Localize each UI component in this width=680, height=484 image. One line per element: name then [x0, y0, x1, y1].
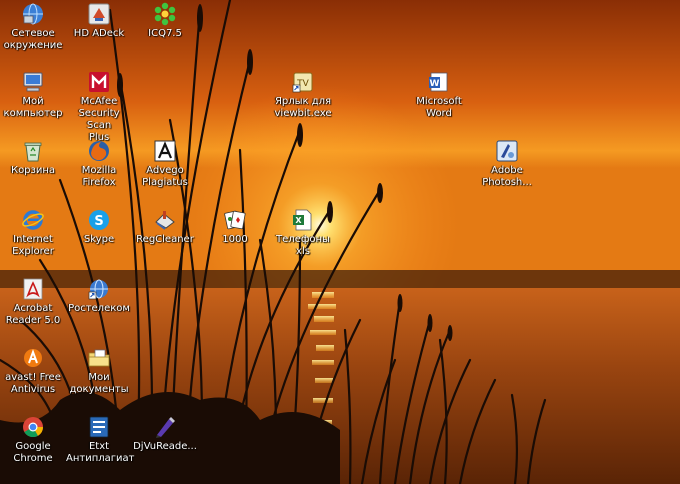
word-icon: W: [429, 72, 448, 92]
chrome-icon: [23, 417, 44, 438]
desktop-icon-chrome[interactable]: Google Chrome: [0, 415, 66, 465]
icon-label: 1000: [222, 234, 248, 245]
icon-label: Adobe Photosh...: [482, 165, 532, 188]
icon-label: Ярлык для viewbit.exe: [274, 96, 332, 119]
desktop-icon-avast[interactable]: avast! Free Antivirus: [0, 346, 66, 396]
desktop-icon-icq[interactable]: ICQ7.5: [132, 2, 198, 40]
icq-flower-icon: [154, 2, 176, 26]
recycle-bin-icon: [24, 142, 42, 162]
icon-label: Телефоны xls: [276, 234, 330, 257]
desktop-icon-viewbit[interactable]: TV Ярлык для viewbit.exe: [270, 70, 336, 120]
icon-label: Мои документы: [69, 372, 129, 395]
icon-label: Etxt Антиплагиат: [66, 441, 135, 464]
icon-label: avast! Free Antivirus: [5, 372, 61, 395]
desktop-icon-internet-explorer[interactable]: Internet Explorer: [0, 208, 66, 258]
acrobat-icon: [23, 278, 43, 300]
desktop-icon-regcleaner[interactable]: RegCleaner: [132, 208, 198, 246]
icon-label: HD ADeck: [73, 28, 125, 39]
desktop-icon-acrobat[interactable]: Acrobat Reader 5.0: [0, 277, 66, 327]
desktop-icon-phones-xls[interactable]: X Телефоны xls: [270, 208, 336, 258]
icon-label: Корзина: [10, 165, 56, 176]
icon-label: Advego Plagiatus: [142, 165, 188, 188]
desktop[interactable]: Сетевое окружение HD ADeck ICQ7.5 Мой ко…: [0, 0, 680, 484]
desktop-icon-skype[interactable]: S Skype: [66, 208, 132, 246]
icon-label: Ростелеком: [68, 303, 130, 314]
icon-label: Internet Explorer: [12, 234, 54, 257]
icon-label: DjVuReade...: [133, 441, 197, 452]
svg-text:W: W: [430, 79, 440, 89]
desktop-icon-rostelecom[interactable]: Ростелеком: [66, 277, 132, 315]
icon-label: RegCleaner: [136, 234, 194, 245]
svg-text:S: S: [94, 214, 103, 229]
hd-adeck-icon: [88, 3, 110, 25]
desktop-icon-mcafee[interactable]: McAfee Security Scan Plus: [66, 70, 132, 144]
etxt-icon: [89, 416, 109, 438]
mcafee-icon: [89, 72, 109, 92]
icon-label: Сетевое окружение: [3, 28, 63, 51]
regcleaner-icon: [155, 211, 175, 230]
desktop-icon-my-computer[interactable]: Мой компьютер: [0, 70, 66, 120]
desktop-icon-network[interactable]: Сетевое окружение: [0, 2, 66, 52]
skype-icon: S: [89, 210, 109, 230]
icon-label: Google Chrome: [13, 441, 53, 464]
desktop-icon-word[interactable]: W Microsoft Word: [406, 70, 472, 120]
icon-label: Skype: [83, 234, 115, 245]
icon-label: Мой компьютер: [3, 96, 63, 119]
svg-text:X: X: [295, 216, 302, 225]
desktop-icon-advego[interactable]: Advego Plagiatus: [132, 139, 198, 189]
icon-label: McAfee Security Scan Plus: [78, 96, 120, 143]
rostelecom-icon: [88, 279, 108, 300]
icon-label: Mozilla Firefox: [81, 165, 117, 188]
photoshop-icon: [496, 140, 518, 162]
internet-explorer-icon: [22, 210, 44, 230]
icon-label: Microsoft Word: [416, 96, 462, 119]
desktop-icon-firefox[interactable]: Mozilla Firefox: [66, 139, 132, 189]
desktop-icon-recycle-bin[interactable]: Корзина: [0, 139, 66, 177]
desktop-icon-1000[interactable]: 1000: [202, 208, 268, 246]
my-computer-icon: [23, 72, 43, 92]
desktop-icon-djvu-reader[interactable]: DjVuReade...: [132, 415, 198, 453]
desktop-icon-hd-adeck[interactable]: HD ADeck: [66, 2, 132, 40]
advego-icon: [154, 140, 176, 162]
network-icon: [23, 3, 43, 25]
desktop-icon-etxt[interactable]: Etxt Антиплагиат: [66, 415, 135, 465]
viewbit-shortcut-icon: TV: [292, 72, 313, 93]
cards-game-icon: [224, 210, 246, 230]
avast-icon: [24, 349, 42, 367]
desktop-icon-photoshop[interactable]: Adobe Photosh...: [474, 139, 540, 189]
djvu-reader-icon: [156, 417, 175, 438]
icon-label: Acrobat Reader 5.0: [5, 303, 61, 326]
my-documents-icon: [88, 349, 110, 367]
icon-label: ICQ7.5: [148, 28, 182, 39]
excel-file-icon: X: [293, 209, 312, 231]
desktop-icon-my-documents[interactable]: Мои документы: [66, 346, 132, 396]
firefox-icon: [89, 141, 109, 161]
